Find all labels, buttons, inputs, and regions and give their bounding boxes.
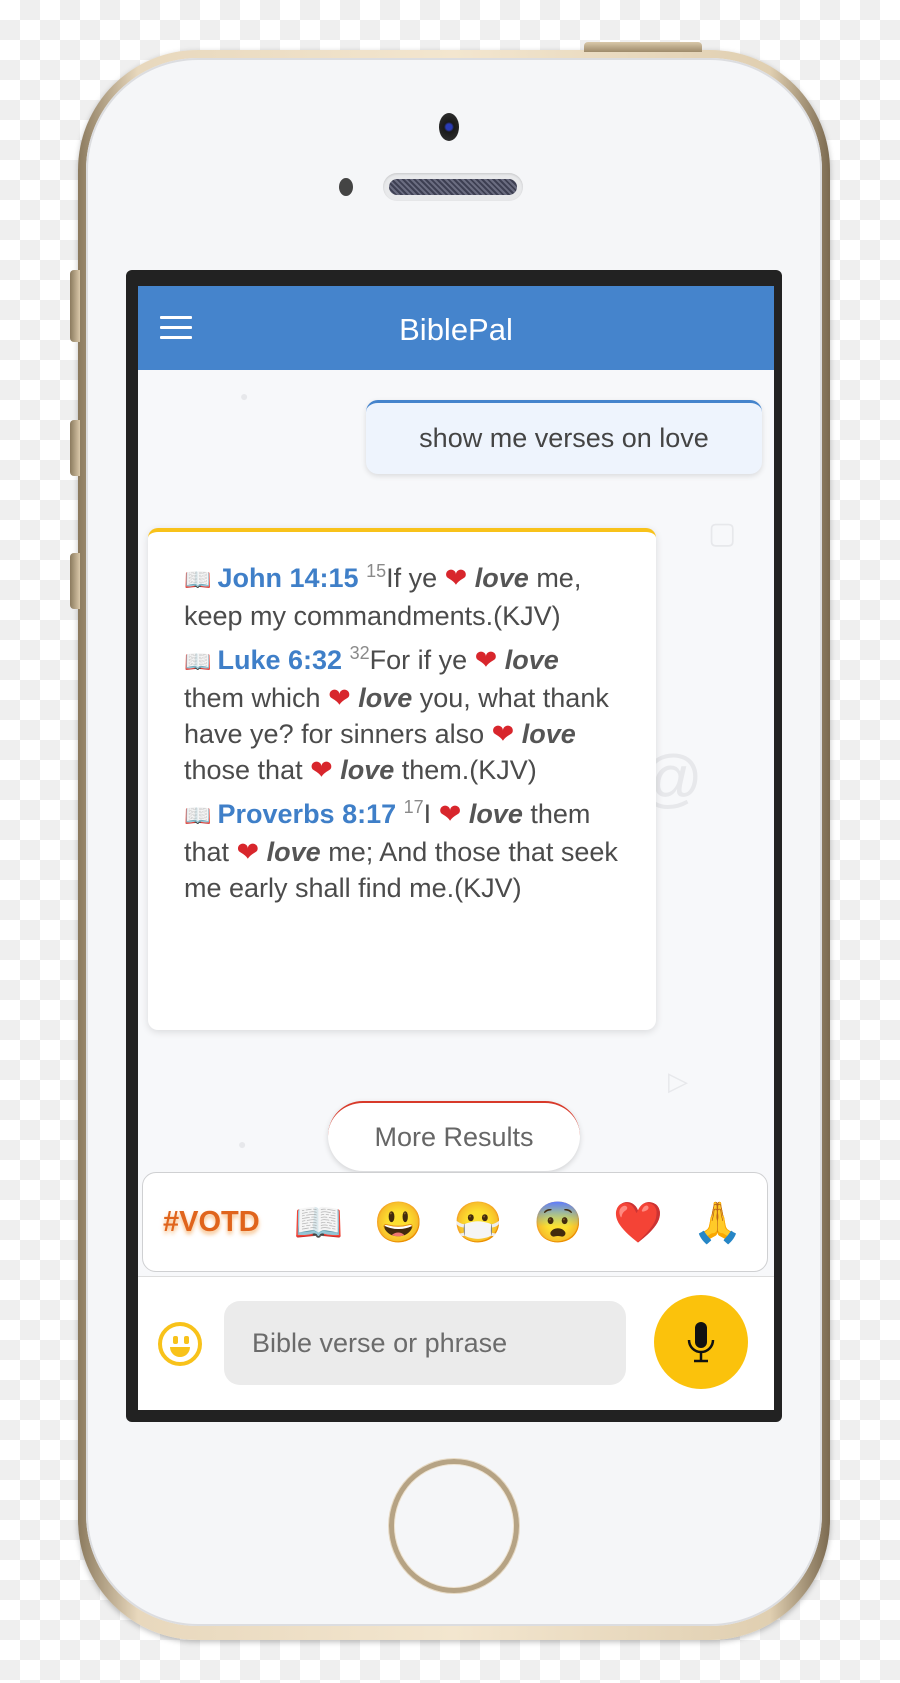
keyword-highlight: love — [350, 683, 413, 713]
keyword-highlight: love — [461, 799, 523, 829]
open-book-icon: 📖 — [184, 567, 218, 592]
input-bar — [138, 1276, 774, 1410]
bot-results-card: 📖 John 14:15 15If ye ❤ love me, keep my … — [148, 528, 656, 1030]
heart-icon: ❤ — [474, 645, 498, 675]
verse-text: them which — [184, 683, 329, 713]
open-book-icon: 📖 — [184, 803, 218, 828]
home-button[interactable] — [389, 1459, 519, 1593]
verse-text: For if ye — [369, 645, 475, 675]
user-message-bubble: show me verses on love — [366, 400, 762, 474]
background-triangle: ▷ — [668, 1066, 688, 1096]
keyword-highlight: love — [497, 645, 559, 675]
verse-search-input[interactable] — [224, 1301, 626, 1385]
smiley-face-icon[interactable]: 😃 — [374, 1199, 424, 1246]
medical-mask-face-icon[interactable]: 😷 — [453, 1199, 503, 1246]
heart-icon: ❤ — [438, 799, 462, 829]
earpiece-speaker — [383, 173, 523, 201]
heart-icon: ❤ — [491, 719, 515, 749]
heart-icon: ❤ — [236, 837, 260, 867]
verse-text: I — [423, 799, 439, 829]
mute-switch — [70, 270, 80, 342]
verse-number: 15 — [366, 561, 387, 581]
verse-result: 📖 John 14:15 15If ye ❤ love me, keep my … — [184, 560, 620, 634]
background-dot: ● — [240, 388, 249, 404]
verse-text: If ye — [386, 563, 445, 593]
verse-reference-link[interactable]: Luke 6:32 — [218, 645, 343, 675]
verse-reference-link[interactable]: Proverbs 8:17 — [218, 799, 397, 829]
verse-result: 📖 Luke 6:32 32For if ye ❤ love them whic… — [184, 642, 620, 788]
volume-down-button — [70, 553, 80, 609]
microphone-button[interactable] — [654, 1295, 748, 1389]
heart-icon: ❤ — [328, 683, 351, 713]
proximity-sensor — [339, 178, 353, 196]
front-camera — [439, 113, 459, 141]
heart-icon: ❤ — [444, 563, 468, 593]
app-bar: BiblePal — [138, 286, 774, 370]
volume-up-button — [70, 420, 80, 476]
open-book-icon[interactable]: 📖 — [294, 1199, 344, 1246]
votd-button[interactable]: #VOTD — [163, 1206, 260, 1239]
heart-icon: ❤ — [310, 755, 333, 785]
verse-number: 17 — [403, 797, 424, 817]
quick-reply-bar: #VOTD 📖 😃 😷 😨 ❤️ 🙏 — [142, 1172, 768, 1272]
app-title: BiblePal — [399, 312, 513, 347]
verse-result: 📖 Proverbs 8:17 17I ❤ love them that ❤ l… — [184, 796, 620, 906]
open-book-icon: 📖 — [184, 649, 218, 674]
keyword-highlight: love — [514, 719, 576, 749]
praying-hands-icon[interactable]: 🙏 — [693, 1199, 743, 1246]
keyword-highlight: love — [332, 755, 395, 785]
keyword-highlight: love — [467, 563, 529, 593]
verse-text: those that — [184, 755, 311, 785]
more-results-button[interactable]: More Results — [328, 1101, 580, 1171]
background-square-outline: ▢ — [708, 517, 737, 550]
verse-number: 32 — [349, 643, 370, 663]
red-heart-icon[interactable]: ❤️ — [613, 1199, 663, 1246]
verse-text: them.(KJV) — [394, 755, 537, 785]
app-screen: BiblePal ● ▢ @ ▷ ● show me verses on lov… — [138, 286, 774, 1410]
background-dot: ● — [238, 1136, 247, 1152]
fearful-face-icon[interactable]: 😨 — [533, 1199, 583, 1246]
verse-reference-link[interactable]: John 14:15 — [218, 563, 359, 593]
microphone-icon — [687, 1322, 715, 1363]
keyword-highlight: love — [259, 837, 321, 867]
emoji-picker-icon[interactable] — [158, 1322, 202, 1366]
power-button — [584, 42, 702, 52]
